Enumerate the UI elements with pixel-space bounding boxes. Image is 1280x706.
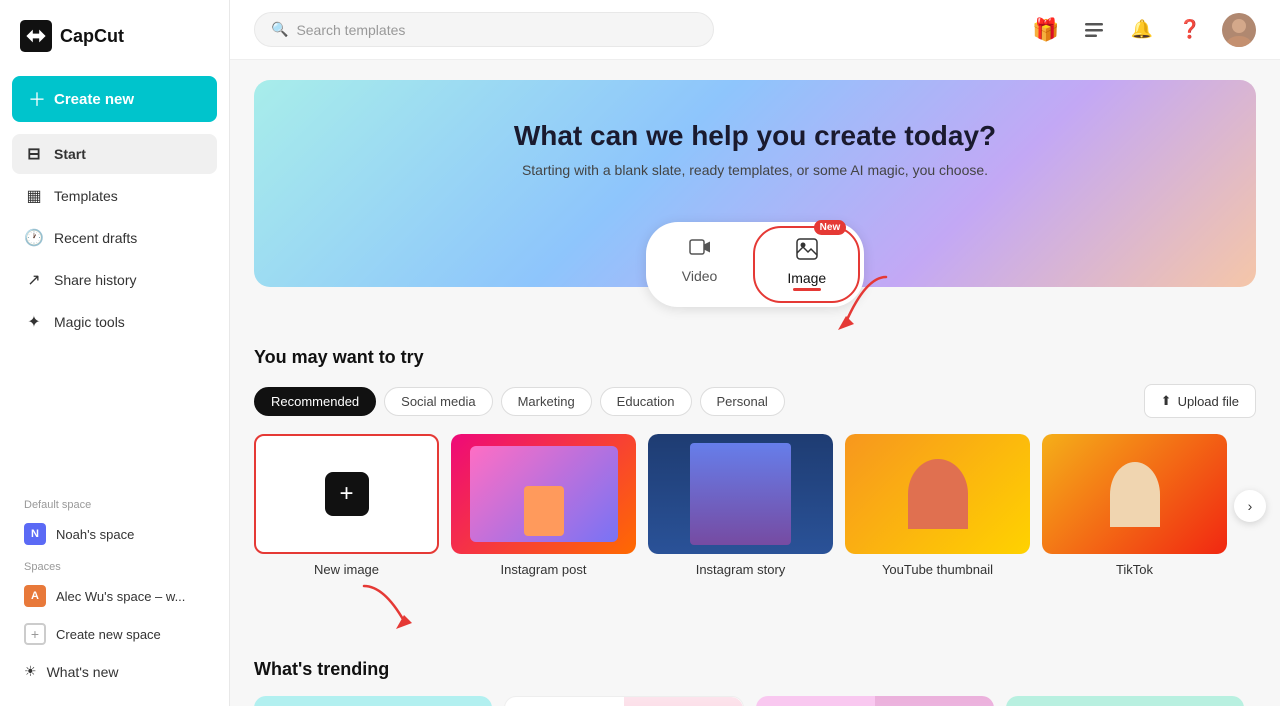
- sidebar-item-start[interactable]: ⊟ Start: [12, 134, 217, 174]
- alec-avatar: A: [24, 585, 46, 607]
- template-card-tiktok[interactable]: TikTok: [1042, 434, 1227, 577]
- whats-new-item[interactable]: ☀ What's new: [12, 653, 217, 690]
- video-tab-label: Video: [682, 268, 718, 284]
- templates-icon: ▦: [24, 186, 44, 206]
- new-image-label: New image: [254, 562, 439, 577]
- new-image-plus: +: [325, 472, 369, 516]
- sidebar-item-templates-label: Templates: [54, 188, 118, 204]
- clock-icon: 🕐: [24, 228, 44, 248]
- instagram-post-label: Instagram post: [451, 562, 636, 577]
- sidebar-item-recent-drafts[interactable]: 🕐 Recent drafts: [12, 218, 217, 258]
- video-tab-icon: [689, 236, 711, 264]
- search-icon: 🔍: [271, 21, 288, 38]
- mode-tab-video[interactable]: Video: [650, 226, 750, 303]
- trending-card-text-to-image[interactable]: Text to image: paint with your words: [504, 696, 744, 706]
- trending-title: What's trending: [254, 659, 1256, 680]
- try-section-title: You may want to try: [254, 347, 1256, 368]
- trending-grid: Batch edit: your perfect time saver Text…: [254, 696, 1256, 706]
- new-badge: New: [814, 220, 847, 235]
- noah-space-item[interactable]: N Noah's space: [12, 515, 217, 553]
- new-image-arrow: [334, 581, 434, 631]
- filter-tags: Recommended Social media Marketing Educa…: [254, 387, 785, 416]
- hero-title: What can we help you create today?: [278, 120, 1232, 152]
- sidebar: CapCut ＋ Create new ⊟ Start ▦ Templates …: [0, 0, 230, 706]
- spaces-label: Spaces: [12, 553, 217, 577]
- help-icon[interactable]: ❓: [1174, 14, 1206, 46]
- filter-bar: Recommended Social media Marketing Educa…: [254, 384, 1256, 418]
- instagram-story-label: Instagram story: [648, 562, 833, 577]
- trending-card-text-to-design[interactable]: Text to design: create now, instant WOW: [756, 696, 994, 706]
- sidebar-item-start-label: Start: [54, 146, 86, 162]
- sidebar-bottom: ☀ What's new: [12, 653, 217, 690]
- sidebar-item-templates[interactable]: ▦ Templates: [12, 176, 217, 216]
- logo-text: CapCut: [60, 26, 124, 47]
- filter-recommended[interactable]: Recommended: [254, 387, 376, 416]
- filter-marketing[interactable]: Marketing: [501, 387, 592, 416]
- instagram-post-thumb: [451, 434, 636, 554]
- sidebar-item-magic-tools[interactable]: ✦ Magic tools: [12, 302, 217, 342]
- try-section: You may want to try Recommended Social m…: [230, 327, 1280, 631]
- template-card-instagram-story[interactable]: Instagram story: [648, 434, 833, 577]
- bell-icon[interactable]: 🔔: [1126, 14, 1158, 46]
- sidebar-item-share-history-label: Share history: [54, 272, 136, 288]
- filter-education[interactable]: Education: [600, 387, 692, 416]
- sidebar-item-recent-drafts-label: Recent drafts: [54, 230, 137, 246]
- filter-personal[interactable]: Personal: [700, 387, 785, 416]
- template-card-youtube-thumbnail[interactable]: YouTube thumbnail: [845, 434, 1030, 577]
- youtube-thumb-thumb: [845, 434, 1030, 554]
- filter-social-media[interactable]: Social media: [384, 387, 492, 416]
- home-icon: ⊟: [24, 144, 44, 164]
- nav-items: ⊟ Start ▦ Templates 🕐 Recent drafts ↗ Sh…: [12, 134, 217, 467]
- alec-space-label: Alec Wu's space – w...: [56, 589, 185, 604]
- upload-icon: ⬆: [1161, 393, 1172, 409]
- image-tab-icon: [796, 238, 818, 266]
- create-space-label: Create new space: [56, 627, 161, 642]
- create-new-button[interactable]: ＋ Create new: [12, 76, 217, 122]
- youtube-thumbnail-label: YouTube thumbnail: [845, 562, 1030, 577]
- main-content: 🔍 Search templates 🎁 🔔 ❓ What can we hel…: [230, 0, 1280, 706]
- sidebar-item-magic-tools-label: Magic tools: [54, 314, 125, 330]
- create-new-label: Create new: [54, 91, 134, 108]
- topbar: 🔍 Search templates 🎁 🔔 ❓: [230, 0, 1280, 60]
- sun-icon: ☀: [24, 663, 37, 680]
- trending-card-batch-edit[interactable]: Batch edit: your perfect time saver: [254, 696, 492, 706]
- hero-subtitle: Starting with a blank slate, ready templ…: [278, 162, 1232, 178]
- create-space-item[interactable]: + Create new space: [12, 615, 217, 653]
- sidebar-item-share-history[interactable]: ↗ Share history: [12, 260, 217, 300]
- menu-lines-icon[interactable]: [1078, 14, 1110, 46]
- share-icon: ↗: [24, 270, 44, 290]
- hero-banner: What can we help you create today? Start…: [254, 80, 1256, 287]
- noah-avatar: N: [24, 523, 46, 545]
- whats-new-label: What's new: [47, 664, 119, 680]
- topbar-icons: 🎁 🔔 ❓: [1030, 13, 1256, 47]
- template-grid: + New image Instagram post: [254, 434, 1256, 577]
- tiktok-thumb: [1042, 434, 1227, 554]
- default-space-label: Default space: [12, 491, 217, 515]
- new-image-thumb: +: [254, 434, 439, 554]
- template-card-new-image[interactable]: + New image: [254, 434, 439, 577]
- gift-icon[interactable]: 🎁: [1030, 14, 1062, 46]
- capcut-logo-icon: [20, 20, 52, 52]
- search-bar[interactable]: 🔍 Search templates: [254, 12, 714, 47]
- template-card-instagram-post[interactable]: Instagram post: [451, 434, 636, 577]
- trending-section: What's trending Batch edit: your perfect…: [230, 639, 1280, 706]
- new-image-arrow-area: [254, 581, 1256, 631]
- tiktok-label: TikTok: [1042, 562, 1227, 577]
- search-placeholder: Search templates: [296, 22, 405, 38]
- user-avatar[interactable]: [1222, 13, 1256, 47]
- alec-space-item[interactable]: A Alec Wu's space – w...: [12, 577, 217, 615]
- trending-card-background-magic[interactable]: Background magic for products: [1006, 696, 1244, 706]
- templates-chevron-right[interactable]: ›: [1234, 490, 1266, 522]
- instagram-story-thumb: [648, 434, 833, 554]
- upload-file-label: Upload file: [1178, 394, 1239, 409]
- image-tab-arrow: [816, 272, 896, 342]
- noah-space-label: Noah's space: [56, 527, 134, 542]
- create-space-icon: +: [24, 623, 46, 645]
- logo: CapCut: [12, 16, 217, 56]
- plus-icon: ＋: [28, 86, 46, 112]
- magic-icon: ✦: [24, 312, 44, 332]
- upload-file-button[interactable]: ⬆ Upload file: [1144, 384, 1256, 418]
